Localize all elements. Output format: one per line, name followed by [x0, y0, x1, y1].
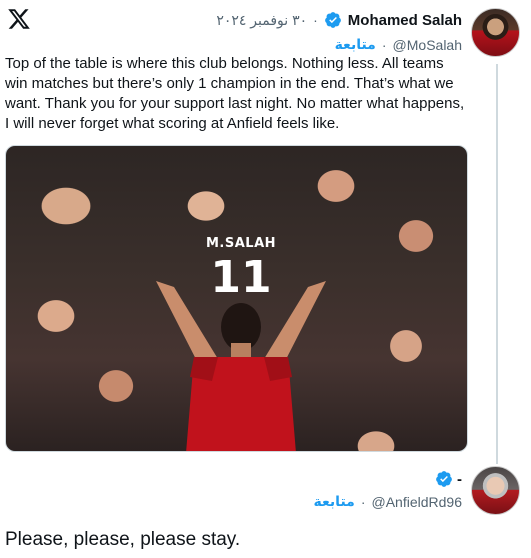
author-name-row: ٣٠ نوفمبر ٢٠٢٤ · Mohamed Salah — [216, 11, 462, 29]
reply-author-name[interactable]: - — [457, 471, 462, 488]
reply-author-handle[interactable]: @AnfieldRd96 — [372, 494, 463, 510]
verified-badge-icon — [324, 12, 341, 28]
tweet-date[interactable]: ٣٠ نوفمبر ٢٠٢٤ — [216, 12, 307, 29]
shirt-number: 11 — [210, 252, 272, 303]
shirt-name: M.SALAH — [205, 236, 277, 251]
author-name[interactable]: Mohamed Salah — [348, 12, 462, 29]
reply-author-name-row: - — [435, 470, 462, 488]
reply-follow-button[interactable]: متابعة — [314, 493, 355, 510]
verified-badge-icon — [436, 471, 452, 487]
x-logo-icon[interactable] — [7, 7, 31, 31]
tweet-photo[interactable]: M.SALAH 11 — [5, 145, 468, 452]
reply-text: Please, please, please stay. — [5, 529, 241, 550]
thread-connector-line — [496, 64, 498, 464]
meta-separator: · — [313, 12, 318, 28]
handle-separator: · — [381, 36, 387, 53]
reply-author-handle-row: متابعة · @AnfieldRd96 — [314, 493, 462, 510]
author-handle-row: متابعة · @MoSalah — [335, 36, 462, 53]
author-avatar[interactable] — [471, 8, 520, 57]
reply-header: - متابعة · @AnfieldRd96 — [220, 466, 520, 516]
player-figure — [156, 281, 326, 451]
tweet-header: ٣٠ نوفمبر ٢٠٢٤ · Mohamed Salah متابعة · … — [160, 8, 520, 58]
reply-handle-separator: · — [360, 493, 366, 510]
reply-author-avatar[interactable] — [471, 466, 520, 515]
author-handle[interactable]: @MoSalah — [393, 37, 462, 53]
follow-button[interactable]: متابعة — [335, 36, 376, 53]
tweet-text: Top of the table is where this club belo… — [5, 55, 465, 132]
